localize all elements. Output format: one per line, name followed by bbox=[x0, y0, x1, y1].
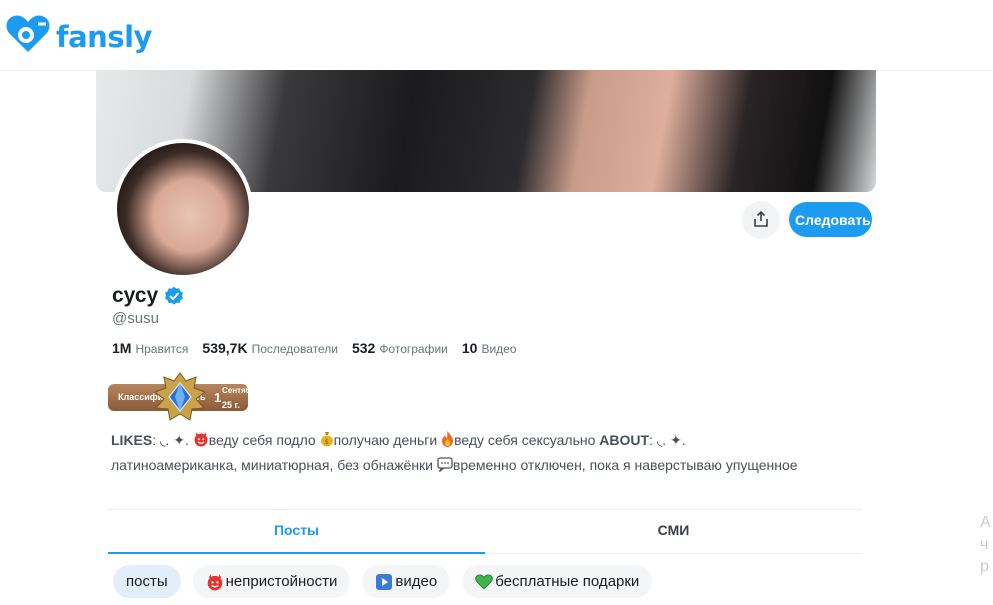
tab-media[interactable]: СМИ bbox=[485, 510, 862, 553]
stat-label: Фотографии bbox=[379, 342, 448, 356]
share-icon bbox=[752, 210, 770, 231]
follow-button[interactable]: Следовать bbox=[789, 202, 872, 237]
play-icon bbox=[375, 573, 393, 591]
bio-about-text: латиноамериканка, миниатюрная, без обнаж… bbox=[111, 457, 433, 473]
stat-value: 10 bbox=[461, 340, 478, 356]
heart-logo-icon bbox=[4, 14, 52, 59]
post-filter-chips: посты непристойности видео бесплатные по… bbox=[113, 565, 664, 598]
stat-followers[interactable]: 539,7K Последователи bbox=[202, 340, 338, 356]
svg-text:$: $ bbox=[324, 438, 328, 446]
devil-emoji-icon bbox=[193, 432, 209, 448]
bio-likes-label: LIKES bbox=[111, 432, 153, 448]
tab-posts[interactable]: Посты bbox=[108, 510, 485, 554]
verified-badge-icon bbox=[164, 286, 184, 306]
profile-tabs: Посты СМИ bbox=[108, 509, 862, 554]
profile-avatar[interactable] bbox=[113, 139, 253, 279]
chip-posts[interactable]: посты bbox=[113, 565, 181, 598]
stat-likes: 1M Нравится bbox=[112, 340, 188, 356]
logo-text: fansly bbox=[56, 19, 152, 54]
chip-label: видео bbox=[395, 573, 438, 590]
clipped-side-text: А ч р bbox=[980, 512, 991, 578]
profile-stats: 1M Нравится 539,7K Последователи 532 Фотогр… bbox=[112, 340, 531, 356]
chip-label: непристойности bbox=[225, 573, 338, 590]
bio-about-label: ABOUT bbox=[599, 432, 650, 448]
rank-date-month: Сентябр... bbox=[222, 386, 263, 395]
stat-value: 539,7K bbox=[202, 340, 248, 356]
top-bar: fansly bbox=[0, 0, 993, 71]
rank-badge[interactable]: Классифицировать 1 Сентябр... 25 г. bbox=[108, 371, 268, 426]
stat-value: 1M bbox=[112, 340, 132, 356]
stat-videos[interactable]: 10 Видео bbox=[462, 340, 517, 356]
display-name: сусу bbox=[112, 284, 159, 307]
chip-free-gifts[interactable]: бесплатные подарки bbox=[462, 565, 653, 598]
chip-video[interactable]: видео bbox=[362, 565, 451, 598]
bio-about-sep: : ◟. ✦. bbox=[649, 432, 686, 448]
chip-label: посты bbox=[126, 573, 168, 590]
side-char: р bbox=[980, 558, 989, 575]
green-heart-icon bbox=[475, 574, 493, 590]
bio-like-item: получаю деньги bbox=[333, 432, 438, 448]
money-bag-icon: $ bbox=[320, 432, 334, 448]
speech-bubble-icon bbox=[437, 457, 453, 473]
side-char: А bbox=[980, 514, 991, 531]
fire-icon bbox=[441, 431, 454, 448]
stat-label: Последователи bbox=[251, 342, 338, 356]
stat-label: Видео bbox=[481, 342, 517, 356]
side-char: ч bbox=[980, 536, 989, 553]
stat-value: 532 bbox=[351, 340, 376, 356]
fansly-logo[interactable]: fansly bbox=[4, 14, 152, 59]
profile-bio: LIKES: ◟. ✦. веду себя подло $ получаю де… bbox=[111, 428, 871, 478]
chip-naughty[interactable]: непристойности bbox=[192, 565, 351, 598]
rank-number: 1 bbox=[214, 390, 222, 405]
bio-like-item: веду себя подло bbox=[208, 432, 316, 448]
name-row: сусу bbox=[112, 284, 184, 308]
bio-likes-sep: : ◟. ✦. bbox=[152, 432, 193, 448]
rank-emblem-icon bbox=[152, 371, 208, 431]
share-button[interactable] bbox=[742, 201, 780, 239]
profile-handle: @susu bbox=[112, 310, 159, 327]
rank-date-year: 25 г. bbox=[222, 400, 240, 410]
stat-photos[interactable]: 532 Фотографии bbox=[352, 340, 448, 356]
devil-icon bbox=[206, 573, 224, 591]
bio-like-item: веду себя сексуально bbox=[454, 432, 596, 448]
bio-status-text: временно отключен, пока я наверстываю уп… bbox=[452, 457, 798, 473]
stat-label: Нравится bbox=[135, 342, 189, 356]
chip-label: бесплатные подарки bbox=[495, 573, 640, 590]
